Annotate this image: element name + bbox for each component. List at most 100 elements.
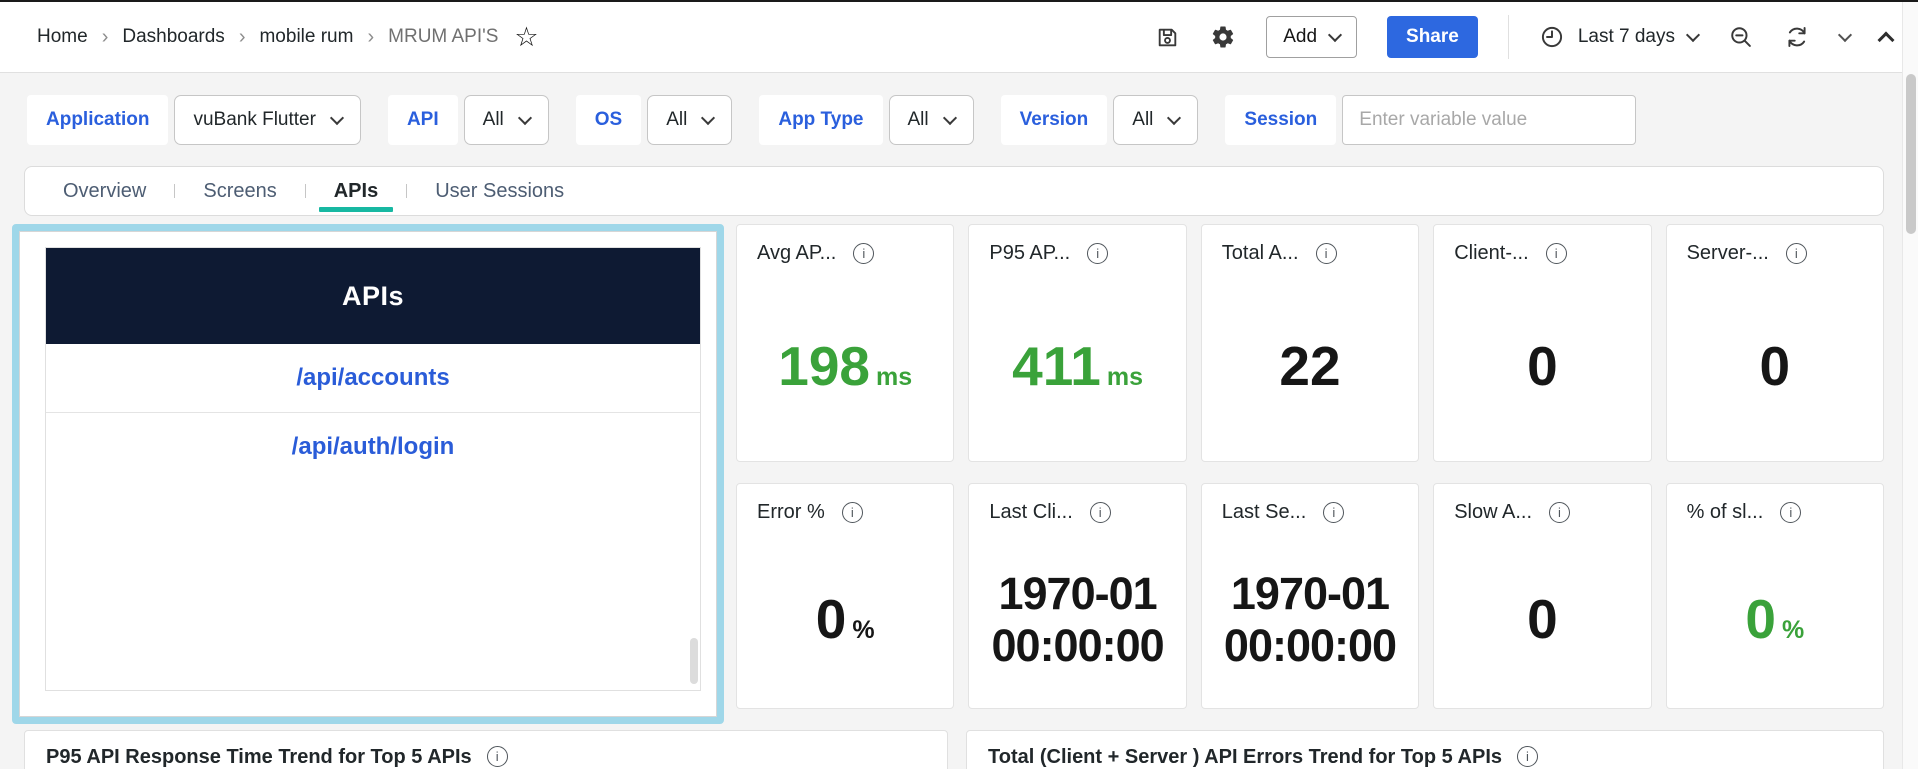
breadcrumb-current-page: MRUM API'S [388,26,498,48]
filter-dropdown-api[interactable]: All [464,95,549,145]
tab-user-sessions[interactable]: User Sessions [407,167,592,215]
card-value: 1970-01 00:00:00 [992,568,1164,672]
panel-p95-trend: P95 API Response Time Trend for Top 5 AP… [24,730,948,769]
api-link-row[interactable]: /api/auth/login [46,413,700,481]
card-value: 198ms [778,338,912,396]
metric-card-slow-apis: Slow A... i 0 [1433,483,1651,709]
filter-value-api: All [483,109,504,131]
refresh-icon[interactable] [1784,24,1810,50]
collapse-chevron-up-icon[interactable] [1878,31,1895,48]
time-range-picker[interactable]: Last 7 days [1539,24,1698,50]
info-icon[interactable]: i [1549,502,1570,523]
card-title: Error % [757,501,825,524]
share-button[interactable]: Share [1387,16,1478,58]
share-button-label: Share [1406,26,1459,48]
chevron-down-icon [1328,27,1342,41]
info-icon[interactable]: i [842,502,863,523]
panel-errors-trend: Total (Client + Server ) API Errors Tren… [966,730,1884,769]
card-title: Slow A... [1454,501,1532,524]
card-value: 0 [1527,338,1558,396]
card-title: % of sl... [1687,501,1764,524]
metric-card-avg-api: Avg AP... i 198ms [736,224,954,462]
top-bar-actions: Add Share Last 7 days [1154,15,1892,59]
apis-list-widget-body: APIs /api/accounts /api/auth/login [19,231,717,717]
filter-os: OS All [576,95,733,145]
card-value: 1970-01 00:00:00 [1224,568,1396,672]
chevron-down-icon [330,110,344,124]
top-bar: Home › Dashboards › mobile rum › MRUM AP… [0,2,1918,73]
toolbar-divider [1508,15,1509,59]
clock-icon [1539,24,1565,50]
breadcrumb-mobile-rum[interactable]: mobile rum [259,26,353,48]
active-tab-underline [319,207,393,212]
apis-list-widget-selected[interactable]: APIs /api/accounts /api/auth/login [12,224,724,724]
page-scrollbar[interactable] [1902,2,1918,769]
filter-value-version: All [1132,109,1153,131]
tab-screens[interactable]: Screens [175,167,304,215]
filter-dropdown-app-type[interactable]: All [889,95,974,145]
info-icon[interactable]: i [1780,502,1801,523]
apis-table: APIs /api/accounts /api/auth/login [45,247,701,691]
save-icon[interactable] [1154,24,1180,50]
filter-dropdown-version[interactable]: All [1113,95,1198,145]
info-icon[interactable]: i [1316,243,1337,264]
info-icon[interactable]: i [1090,502,1111,523]
breadcrumb-home[interactable]: Home [37,26,88,48]
info-icon[interactable]: i [1087,243,1108,264]
tab-apis[interactable]: APIs [306,167,406,215]
apis-table-header: APIs [46,248,700,344]
info-icon[interactable]: i [487,746,508,767]
zoom-out-icon[interactable] [1728,24,1754,50]
metric-cards-grid: Avg AP... i 198ms P95 AP... i 411ms Tota… [736,224,1884,709]
session-variable-input[interactable] [1342,95,1636,145]
tab-screens-label: Screens [203,180,276,203]
filter-label-session: Session [1225,95,1336,145]
chevron-down-icon [943,110,957,124]
add-button-label: Add [1283,26,1317,48]
metric-card-p95-api: P95 AP... i 411ms [968,224,1186,462]
card-title: Total A... [1222,242,1299,265]
tab-apis-label: APIs [334,180,378,203]
card-value: 0 [1527,591,1558,649]
filter-label-api: API [388,95,458,145]
filter-app-type: App Type All [759,95,973,145]
refresh-interval-chevron-icon[interactable] [1838,27,1852,41]
favorite-star-icon[interactable]: ☆ [514,24,538,51]
page-scrollbar-thumb[interactable] [1906,74,1916,234]
metric-card-total-api: Total A... i 22 [1201,224,1419,462]
metric-card-client-errors: Client-... i 0 [1433,224,1651,462]
metric-card-last-server-error: Last Se... i 1970-01 00:00:00 [1201,483,1419,709]
filter-application: Application vuBank Flutter [27,95,361,145]
add-button[interactable]: Add [1266,16,1357,58]
filter-bar: Application vuBank Flutter API All OS Al… [0,74,1902,166]
filter-value-os: All [666,109,687,131]
chevron-down-icon [518,110,532,124]
chevron-down-icon [701,110,715,124]
panel-title: P95 API Response Time Trend for Top 5 AP… [46,746,472,769]
metric-card-error-pct: Error % i 0% [736,483,954,709]
card-value: 411ms [1012,338,1143,396]
chevron-down-icon [1167,110,1181,124]
card-title: Server-... [1687,242,1769,265]
tab-overview-label: Overview [63,180,146,203]
breadcrumb-dashboards[interactable]: Dashboards [122,26,224,48]
settings-gear-icon[interactable] [1210,24,1236,50]
card-value: 22 [1279,338,1340,396]
metric-card-last-client-error: Last Cli... i 1970-01 00:00:00 [968,483,1186,709]
info-icon[interactable]: i [1517,746,1538,767]
info-icon[interactable]: i [1546,243,1567,264]
table-scrollbar-thumb[interactable] [690,638,698,684]
filter-dropdown-os[interactable]: All [647,95,732,145]
tab-overview[interactable]: Overview [35,167,174,215]
info-icon[interactable]: i [1786,243,1807,264]
breadcrumb: Home › Dashboards › mobile rum › MRUM AP… [37,26,498,48]
info-icon[interactable]: i [853,243,874,264]
breadcrumb-separator-icon: › [239,27,246,47]
card-title: P95 AP... [989,242,1070,265]
filter-value-app-type: All [908,109,929,131]
filter-dropdown-application[interactable]: vuBank Flutter [174,95,361,145]
time-range-label: Last 7 days [1578,26,1675,48]
chevron-down-icon [1686,27,1700,41]
api-link-row[interactable]: /api/accounts [46,344,700,413]
info-icon[interactable]: i [1323,502,1344,523]
